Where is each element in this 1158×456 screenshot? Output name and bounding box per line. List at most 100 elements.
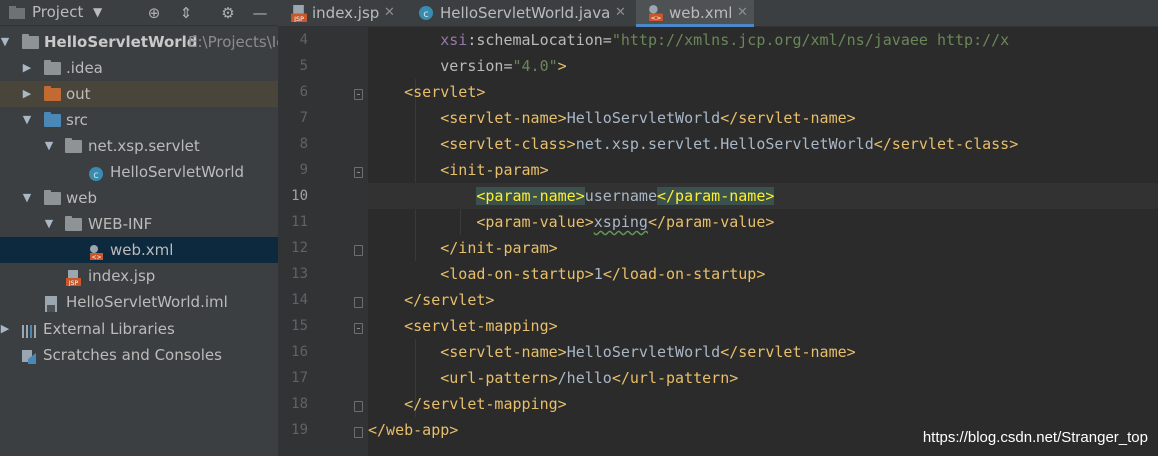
chevron-right-icon[interactable]: ▶ bbox=[0, 316, 11, 342]
tree-item-idea[interactable]: ▶ .idea bbox=[0, 55, 278, 81]
project-panel: Project ▼ ⊕ ⇕ ⚙ — ▼ HelloServletWorld E:… bbox=[0, 0, 278, 456]
project-path: E:\Projects\Id bbox=[188, 33, 278, 51]
code-line-7: <servlet-name>HelloServletWorld</servlet… bbox=[368, 109, 856, 127]
tree-item-web-xml[interactable]: <> web.xml bbox=[0, 237, 278, 263]
line-number: 5 bbox=[299, 58, 308, 74]
tree-item-label: External Libraries bbox=[43, 320, 175, 338]
code-line-14: </servlet> bbox=[368, 291, 495, 309]
gear-icon[interactable]: ⚙ bbox=[218, 3, 238, 23]
code-line-8: <servlet-class>net.xsp.servlet.HelloServ… bbox=[368, 135, 1019, 153]
svg-text:JSP: JSP bbox=[293, 15, 304, 22]
jsp-file-icon: JSP bbox=[65, 268, 82, 287]
close-icon[interactable]: ✕ bbox=[384, 0, 395, 26]
scratches-icon bbox=[21, 347, 38, 364]
jsp-file-icon: JSP bbox=[291, 5, 307, 22]
fold-marker-icon[interactable] bbox=[354, 401, 363, 412]
java-class-icon: c bbox=[88, 164, 105, 181]
line-number: 16 bbox=[291, 344, 308, 360]
line-number: 9 bbox=[299, 162, 308, 178]
tab-label: web.xml bbox=[669, 4, 733, 22]
chevron-right-icon[interactable]: ▶ bbox=[21, 81, 33, 107]
chevron-down-icon[interactable]: ▼ bbox=[43, 133, 55, 159]
tree-item-label: HelloServletWorld bbox=[44, 33, 198, 51]
tree-item-index-jsp[interactable]: JSP index.jsp bbox=[0, 263, 278, 289]
web-folder-icon bbox=[44, 190, 61, 206]
code-line-17: <url-pattern>/hello</url-pattern> bbox=[368, 369, 739, 387]
chevron-down-icon[interactable]: ▼ bbox=[21, 107, 33, 133]
tree-item-out[interactable]: ▶ out bbox=[0, 81, 278, 107]
xml-config-icon: <> bbox=[649, 5, 663, 21]
tab-helloservletworld-java[interactable]: c HelloServletWorld.java ✕ bbox=[406, 0, 634, 27]
fold-marker-icon[interactable] bbox=[354, 245, 363, 256]
fold-marker-icon[interactable] bbox=[354, 427, 363, 438]
watermark: https://blog.csdn.net/Stranger_top bbox=[922, 429, 1148, 446]
tree-item-package[interactable]: ▼ net.xsp.servlet bbox=[0, 133, 278, 159]
close-icon[interactable]: ✕ bbox=[615, 0, 626, 26]
fold-marker-icon[interactable] bbox=[354, 323, 363, 334]
tree-item-project-root[interactable]: ▼ HelloServletWorld E:\Projects\Id bbox=[0, 29, 278, 55]
line-number: 13 bbox=[291, 266, 308, 282]
tree-item-label: web.xml bbox=[110, 241, 174, 259]
chevron-down-icon[interactable]: ▼ bbox=[43, 211, 55, 237]
code-line-6: <servlet> bbox=[368, 83, 486, 101]
line-number: 4 bbox=[299, 32, 308, 48]
tree-item-label: WEB-INF bbox=[88, 215, 153, 233]
code-line-10-current: <param-name>username</param-name> bbox=[368, 183, 1158, 209]
line-number: 12 bbox=[291, 240, 308, 256]
tree-item-web[interactable]: ▼ web bbox=[0, 185, 278, 211]
chevron-right-icon[interactable]: ▶ bbox=[21, 55, 33, 81]
tree-item-label: HelloServletWorld.iml bbox=[66, 293, 228, 311]
tree-item-web-inf[interactable]: ▼ WEB-INF bbox=[0, 211, 278, 237]
line-number: 8 bbox=[299, 136, 308, 152]
line-number: 17 bbox=[291, 370, 308, 386]
excluded-folder-icon bbox=[44, 86, 61, 102]
tab-web-xml[interactable]: <> web.xml ✕ bbox=[636, 0, 754, 27]
svg-text:c: c bbox=[423, 9, 429, 20]
tab-index-jsp[interactable]: JSP index.jsp ✕ bbox=[278, 0, 402, 27]
code-line-16: <servlet-name>HelloServletWorld</servlet… bbox=[368, 343, 856, 361]
chevron-down-icon[interactable]: ▼ bbox=[93, 5, 102, 19]
chevron-down-icon[interactable]: ▼ bbox=[0, 29, 11, 55]
svg-text:<>: <> bbox=[651, 14, 662, 21]
tree-item-iml[interactable]: HelloServletWorld.iml bbox=[0, 289, 278, 315]
tree-item-label: out bbox=[66, 85, 91, 103]
libraries-icon bbox=[21, 321, 38, 338]
svg-text:c: c bbox=[93, 170, 99, 181]
xml-config-icon: <> bbox=[88, 242, 105, 261]
fold-marker-icon[interactable] bbox=[354, 297, 363, 308]
chevron-down-icon[interactable]: ▼ bbox=[21, 185, 33, 211]
code-line-13: <load-on-startup>1</load-on-startup> bbox=[368, 265, 766, 283]
project-view-title[interactable]: Project bbox=[32, 3, 83, 21]
hide-panel-icon[interactable]: — bbox=[250, 3, 270, 23]
folder-icon bbox=[65, 216, 82, 232]
editor-gutter: 4 5 6 7 8 9 10 11 12 13 14 15 16 17 18 1… bbox=[278, 27, 368, 456]
line-number: 6 bbox=[299, 84, 308, 100]
tree-item-external-libraries[interactable]: ▶ External Libraries bbox=[0, 316, 278, 342]
tree-item-label: .idea bbox=[66, 59, 103, 77]
tree-item-src[interactable]: ▼ src bbox=[0, 107, 278, 133]
locate-icon[interactable]: ⊕ bbox=[144, 3, 164, 23]
code-editor[interactable]: xsi:schemaLocation="http://xmlns.jcp.org… bbox=[368, 27, 1158, 456]
tab-label: HelloServletWorld.java bbox=[440, 4, 611, 22]
line-number: 14 bbox=[291, 292, 308, 308]
tab-label: index.jsp bbox=[312, 4, 380, 22]
tree-item-java-class[interactable]: c HelloServletWorld bbox=[0, 159, 278, 185]
folder-icon bbox=[44, 60, 61, 76]
close-icon[interactable]: ✕ bbox=[737, 0, 748, 26]
collapse-all-icon[interactable]: ⇕ bbox=[176, 3, 196, 23]
svg-text:<>: <> bbox=[91, 254, 101, 260]
editor-tab-bar: JSP index.jsp ✕ c HelloServletWorld.java… bbox=[278, 0, 1158, 27]
line-number: 7 bbox=[299, 110, 308, 126]
code-line-4: xsi:schemaLocation="http://xmlns.jcp.org… bbox=[440, 31, 1010, 49]
java-class-icon: c bbox=[419, 6, 433, 20]
iml-file-icon bbox=[43, 294, 60, 312]
fold-marker-icon[interactable] bbox=[354, 89, 363, 100]
project-panel-header: Project ▼ ⊕ ⇕ ⚙ — bbox=[0, 0, 278, 26]
package-icon bbox=[65, 138, 82, 154]
tree-item-scratches[interactable]: Scratches and Consoles bbox=[0, 342, 278, 368]
svg-text:JSP: JSP bbox=[68, 280, 79, 286]
line-number: 15 bbox=[291, 318, 308, 334]
tree-item-label: net.xsp.servlet bbox=[88, 137, 200, 155]
code-line-11: <param-value>xsping</param-value> bbox=[368, 213, 775, 231]
fold-marker-icon[interactable] bbox=[354, 167, 363, 178]
